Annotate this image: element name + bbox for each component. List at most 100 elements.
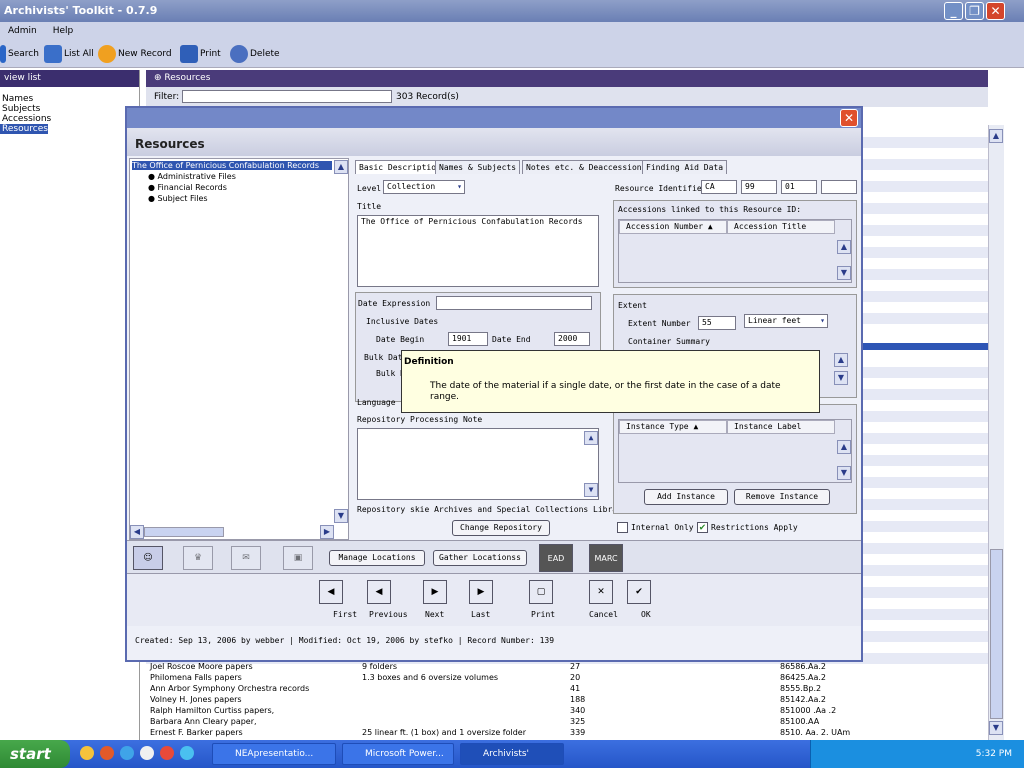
list-all-button[interactable]: List All: [44, 44, 94, 64]
tab-basic-description[interactable]: Basic Description: [355, 160, 445, 174]
instance-label-column[interactable]: Instance Label: [727, 420, 835, 434]
tab-names-subjects[interactable]: Names & Subjects: [435, 160, 521, 174]
instances-panel: Instance Type ▲ Instance Label ▲ ▼ Add I…: [613, 404, 857, 514]
quick-launch-icon[interactable]: [140, 746, 154, 760]
scroll-down-icon[interactable]: ▼: [989, 721, 1003, 735]
table-row[interactable]: Philomena Falls papers: [150, 673, 242, 682]
next-icon[interactable]: ▶: [423, 580, 447, 604]
start-button[interactable]: start: [0, 740, 70, 768]
nav-item-accessions[interactable]: Accessions: [0, 114, 139, 124]
task-archivists-toolkit[interactable]: Archivists' Toolki...: [460, 743, 564, 779]
delete-button[interactable]: Delete: [230, 44, 280, 64]
internal-only-checkbox[interactable]: Internal Only: [617, 522, 694, 533]
tree-node[interactable]: ● Administrative Files: [148, 172, 236, 181]
marc-icon[interactable]: MARC: [589, 544, 623, 572]
gather-locations-button[interactable]: Gather Locationss: [433, 550, 527, 566]
maximize-icon[interactable]: ❐: [965, 2, 984, 20]
tree-scroll-left-icon[interactable]: ◀: [130, 525, 144, 539]
cancel-icon[interactable]: ✕: [589, 580, 613, 604]
resource-id-3[interactable]: 01: [781, 180, 817, 194]
table-row[interactable]: Barbara Ann Cleary paper,: [150, 717, 257, 726]
scroll-thumb[interactable]: [990, 549, 1003, 719]
level-select[interactable]: Collection ▾: [383, 180, 465, 194]
instance-type-column[interactable]: Instance Type ▲: [619, 420, 727, 434]
instances-scroll-up-icon[interactable]: ▲: [837, 440, 851, 454]
note-scroll-down-icon[interactable]: ▼: [584, 483, 598, 497]
title-textarea[interactable]: The Office of Pernicious Confabulation R…: [357, 215, 599, 287]
extent-unit-select[interactable]: Linear feet ▾: [744, 314, 828, 328]
last-icon[interactable]: ▶: [469, 580, 493, 604]
quick-launch-icon[interactable]: [100, 746, 114, 760]
quick-launch-icon[interactable]: [80, 746, 94, 760]
record-tool-icon[interactable]: ▣: [283, 546, 313, 570]
record-tool-icon[interactable]: ✉: [231, 546, 261, 570]
quick-launch-icon[interactable]: [160, 746, 174, 760]
resource-id-4[interactable]: [821, 180, 857, 194]
resource-id-2[interactable]: 99: [741, 180, 777, 194]
tree-root[interactable]: The Office of Pernicious Confabulation R…: [132, 161, 332, 170]
tree-scroll-down-icon[interactable]: ▼: [334, 509, 348, 523]
table-row[interactable]: Ann Arbor Symphony Orchestra records: [150, 684, 309, 693]
previous-icon[interactable]: ◀: [367, 580, 391, 604]
processing-note-textarea[interactable]: ▲ ▼: [357, 428, 599, 500]
tree-scroll-up-icon[interactable]: ▲: [334, 160, 348, 174]
tree-scroll-right-icon[interactable]: ▶: [320, 525, 334, 539]
extent-scroll-up-icon[interactable]: ▲: [834, 353, 848, 367]
instances-scroll-down-icon[interactable]: ▼: [837, 466, 851, 480]
accession-number-column[interactable]: Accession Number ▲: [619, 220, 727, 234]
change-repository-button[interactable]: Change Repository: [452, 520, 550, 536]
extent-number-input[interactable]: 55: [698, 316, 736, 330]
date-expression-input[interactable]: [436, 296, 592, 310]
tree-hscroll-thumb[interactable]: [144, 527, 224, 537]
accessions-scroll-up-icon[interactable]: ▲: [837, 240, 851, 254]
note-scroll-up-icon[interactable]: ▲: [584, 431, 598, 445]
dialog-close-icon[interactable]: ✕: [840, 109, 858, 127]
resource-id-1[interactable]: CA: [701, 180, 737, 194]
accession-title-column[interactable]: Accession Title: [727, 220, 835, 234]
restrictions-checkbox[interactable]: ✔ Restrictions Apply: [697, 522, 798, 533]
print-button[interactable]: Print: [180, 44, 221, 64]
menu-help[interactable]: Help: [53, 26, 74, 36]
task-powerpoint[interactable]: Microsoft Power...: [342, 743, 454, 765]
tree-node[interactable]: ● Subject Files: [148, 194, 208, 203]
tab-finding-aid[interactable]: Finding Aid Data: [642, 160, 728, 174]
ok-icon[interactable]: ✔: [627, 580, 651, 604]
nav-item-subjects[interactable]: Subjects: [0, 104, 139, 114]
date-end-input[interactable]: 2000: [554, 332, 590, 346]
scroll-up-icon[interactable]: ▲: [989, 129, 1003, 143]
table-scrollbar[interactable]: ▲ ▼: [988, 125, 1004, 740]
print-record-icon[interactable]: ▢: [529, 580, 553, 604]
nav-item-resources[interactable]: Resources: [0, 124, 48, 134]
quick-launch-icon[interactable]: [120, 746, 134, 760]
task-neapresentation[interactable]: NEApresentatio...: [212, 743, 336, 765]
accessions-scroll-down-icon[interactable]: ▼: [837, 266, 851, 280]
filter-input[interactable]: [182, 90, 392, 103]
close-icon[interactable]: ✕: [986, 2, 1005, 20]
app-title: Archivists' Toolkit - 0.7.9: [4, 4, 158, 17]
minimize-icon[interactable]: _: [944, 2, 963, 20]
ead-icon[interactable]: EAD: [539, 544, 573, 572]
manage-locations-button[interactable]: Manage Locations: [329, 550, 425, 566]
first-icon[interactable]: ◀: [319, 580, 343, 604]
table-row[interactable]: Ralph Hamilton Curtiss papers,: [150, 706, 274, 715]
view-list-header: view list: [0, 70, 139, 87]
table-row[interactable]: Volney H. Jones papers: [150, 695, 242, 704]
remove-instance-button[interactable]: Remove Instance: [734, 489, 830, 505]
record-tool-icon[interactable]: ♛: [183, 546, 213, 570]
tree-node[interactable]: ● Financial Records: [148, 183, 227, 192]
record-tool-icon[interactable]: ☺: [133, 546, 163, 570]
search-button[interactable]: Search: [0, 44, 39, 64]
extent-scroll-down-icon[interactable]: ▼: [834, 371, 848, 385]
instances-table: Instance Type ▲ Instance Label ▲ ▼: [618, 419, 852, 483]
menu-admin[interactable]: Admin: [8, 26, 37, 36]
quick-launch-icon[interactable]: [180, 746, 194, 760]
tab-notes-deaccessions[interactable]: Notes etc. & Deaccessions: [522, 160, 651, 174]
date-begin-input[interactable]: 1901: [448, 332, 488, 346]
taskbar: start NEApresentatio... Microsoft Power.…: [0, 740, 1024, 779]
table-row[interactable]: Ernest F. Barker papers: [150, 728, 243, 737]
new-record-button[interactable]: New Record: [98, 44, 172, 64]
dialog-title-bar: ✕: [127, 108, 861, 128]
nav-item-names[interactable]: Names: [0, 94, 139, 104]
add-instance-button[interactable]: Add Instance: [644, 489, 728, 505]
table-row[interactable]: Joel Roscoe Moore papers: [150, 662, 253, 671]
